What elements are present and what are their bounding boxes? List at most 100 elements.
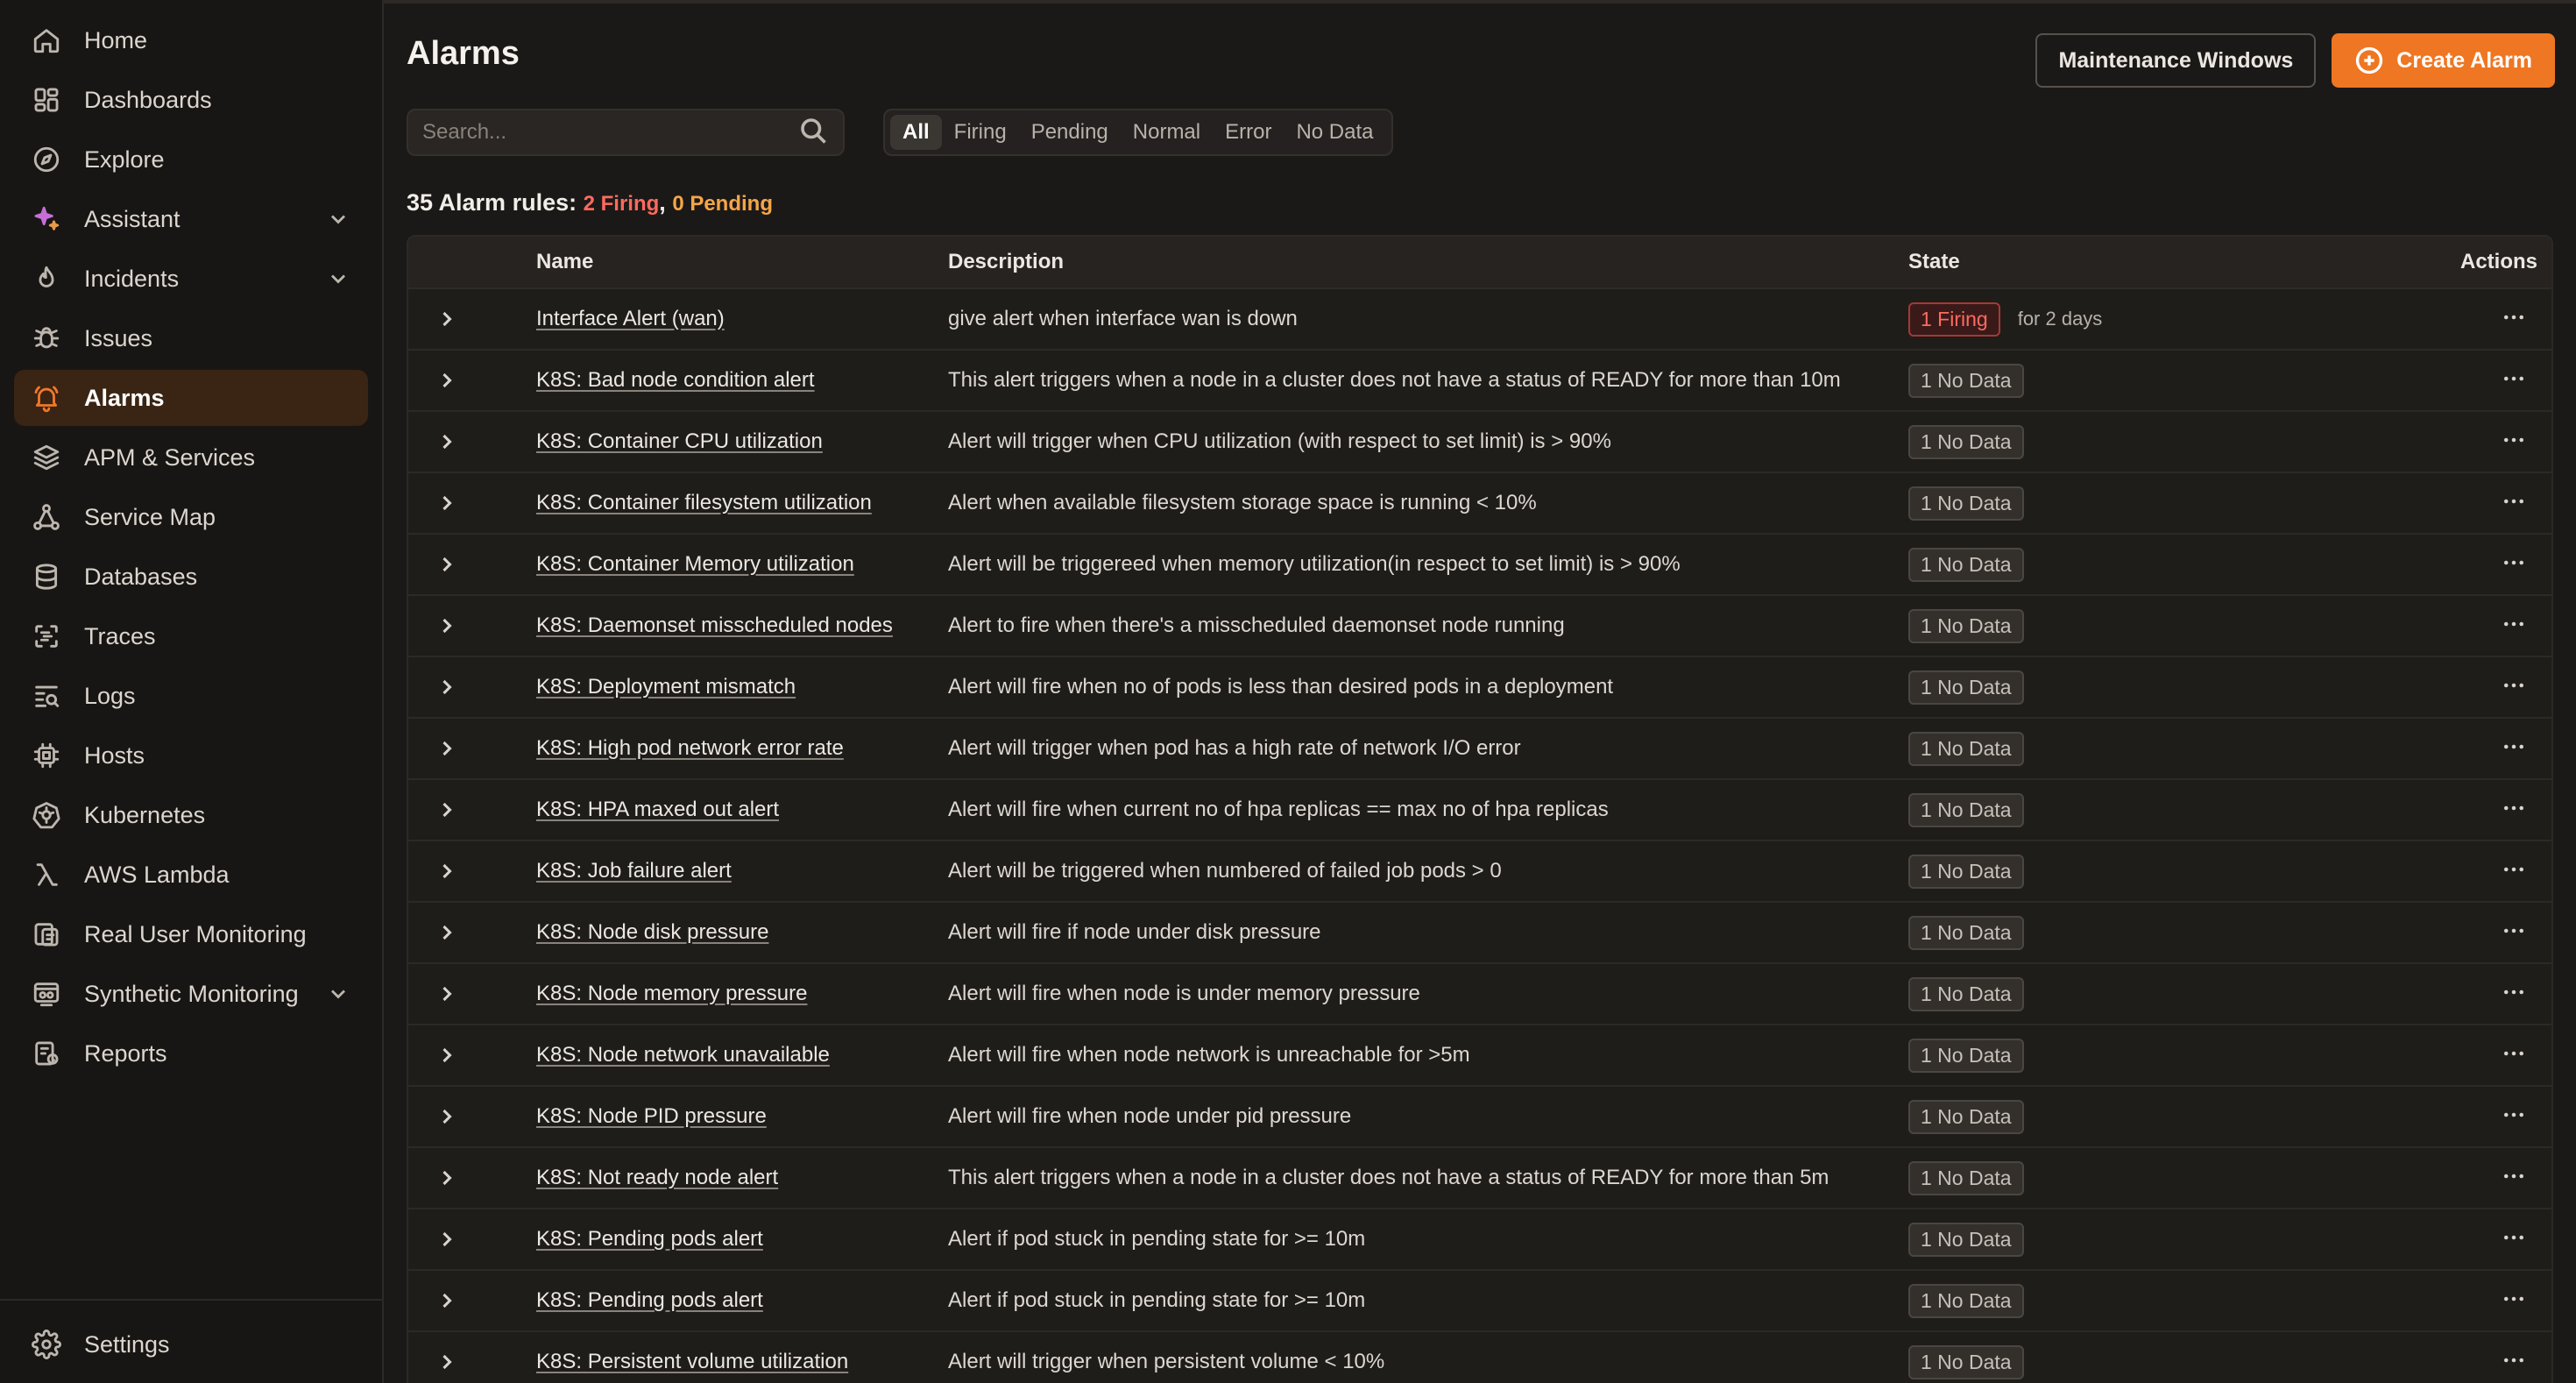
table-row[interactable]: K8S: Not ready node alert This alert trig… bbox=[408, 1148, 2551, 1209]
alarm-name-link[interactable]: K8S: Bad node condition alert bbox=[536, 368, 815, 392]
sidebar-item-home[interactable]: Home bbox=[14, 12, 368, 68]
more-actions-icon[interactable] bbox=[2501, 918, 2527, 948]
expand-row-button[interactable] bbox=[408, 736, 536, 761]
expand-row-button[interactable] bbox=[408, 613, 536, 638]
table-row[interactable]: K8S: Container filesystem utilization Ale… bbox=[408, 473, 2551, 535]
sidebar-item-aws-lambda[interactable]: AWS Lambda bbox=[14, 847, 368, 903]
table-row[interactable]: K8S: Pending pods alert Alert if pod stuc… bbox=[408, 1209, 2551, 1271]
alarm-name-link[interactable]: K8S: Container filesystem utilization bbox=[536, 491, 872, 514]
alarm-name-link[interactable]: K8S: HPA maxed out alert bbox=[536, 798, 779, 821]
more-actions-icon[interactable] bbox=[2501, 365, 2527, 396]
table-row[interactable]: K8S: Job failure alert Alert will be trig… bbox=[408, 841, 2551, 903]
more-actions-icon[interactable] bbox=[2501, 1102, 2527, 1132]
more-actions-icon[interactable] bbox=[2501, 979, 2527, 1010]
expand-row-button[interactable] bbox=[408, 491, 536, 515]
more-actions-icon[interactable] bbox=[2501, 734, 2527, 764]
chevron-down-icon[interactable] bbox=[326, 982, 350, 1006]
expand-row-button[interactable] bbox=[408, 1350, 536, 1374]
sidebar-item-incidents[interactable]: Incidents bbox=[14, 251, 368, 307]
more-actions-icon[interactable] bbox=[2501, 856, 2527, 887]
expand-row-button[interactable] bbox=[408, 675, 536, 699]
alarm-name-link[interactable]: K8S: Pending pods alert bbox=[536, 1288, 763, 1312]
sidebar-item-kubernetes[interactable]: Kubernetes bbox=[14, 787, 368, 843]
more-actions-icon[interactable] bbox=[2501, 1224, 2527, 1255]
filter-tab-normal[interactable]: Normal bbox=[1121, 115, 1213, 150]
alarm-name-link[interactable]: K8S: Persistent volume utilization bbox=[536, 1350, 848, 1373]
table-row[interactable]: K8S: HPA maxed out alert Alert will fire … bbox=[408, 780, 2551, 841]
filter-tab-pending[interactable]: Pending bbox=[1019, 115, 1121, 150]
more-actions-icon[interactable] bbox=[2501, 304, 2527, 335]
more-actions-icon[interactable] bbox=[2501, 488, 2527, 519]
more-actions-icon[interactable] bbox=[2501, 611, 2527, 642]
table-row[interactable]: K8S: Node disk pressure Alert will fire i… bbox=[408, 903, 2551, 964]
search-icon[interactable] bbox=[797, 115, 829, 151]
expand-row-button[interactable] bbox=[408, 552, 536, 577]
alarm-name-link[interactable]: K8S: Deployment mismatch bbox=[536, 675, 796, 699]
table-row[interactable]: K8S: Container CPU utilization Alert will… bbox=[408, 412, 2551, 473]
expand-row-button[interactable] bbox=[408, 798, 536, 822]
sidebar-item-synthetic-monitoring[interactable]: Synthetic Monitoring bbox=[14, 966, 368, 1022]
table-row[interactable]: K8S: Bad node condition alert This alert … bbox=[408, 351, 2551, 412]
table-row[interactable]: K8S: Pending pods alert Alert if pod stuc… bbox=[408, 1271, 2551, 1332]
alarm-name-link[interactable]: K8S: Node memory pressure bbox=[536, 982, 807, 1005]
alarm-name-link[interactable]: K8S: Container CPU utilization bbox=[536, 429, 823, 453]
sidebar-item-assistant[interactable]: Assistant bbox=[14, 191, 368, 247]
sidebar-item-dashboards[interactable]: Dashboards bbox=[14, 72, 368, 128]
alarm-name-link[interactable]: Interface Alert (wan) bbox=[536, 307, 725, 330]
expand-row-button[interactable] bbox=[408, 1227, 536, 1252]
table-row[interactable]: K8S: Persistent volume utilization Alert … bbox=[408, 1332, 2551, 1383]
alarm-name-link[interactable]: K8S: Job failure alert bbox=[536, 859, 732, 883]
filter-tab-all[interactable]: All bbox=[890, 115, 942, 150]
expand-row-button[interactable] bbox=[408, 859, 536, 883]
alarm-name-link[interactable]: K8S: Daemonset misscheduled nodes bbox=[536, 613, 893, 637]
alarm-name-link[interactable]: K8S: High pod network error rate bbox=[536, 736, 844, 760]
sidebar-item-databases[interactable]: Databases bbox=[14, 549, 368, 605]
expand-row-button[interactable] bbox=[408, 982, 536, 1006]
sidebar-item-reports[interactable]: Reports bbox=[14, 1025, 368, 1082]
table-row[interactable]: K8S: Node PID pressure Alert will fire wh… bbox=[408, 1087, 2551, 1148]
sidebar-item-explore[interactable]: Explore bbox=[14, 131, 368, 188]
alarm-name-link[interactable]: K8S: Node network unavailable bbox=[536, 1043, 830, 1067]
sidebar-item-traces[interactable]: Traces bbox=[14, 608, 368, 664]
table-row[interactable]: Interface Alert (wan) give alert when int… bbox=[408, 289, 2551, 351]
more-actions-icon[interactable] bbox=[2501, 427, 2527, 457]
filter-tab-error[interactable]: Error bbox=[1213, 115, 1284, 150]
table-row[interactable]: K8S: Deployment mismatch Alert will fire … bbox=[408, 657, 2551, 719]
more-actions-icon[interactable] bbox=[2501, 1163, 2527, 1194]
expand-row-button[interactable] bbox=[408, 368, 536, 393]
sidebar-item-hosts[interactable]: Hosts bbox=[14, 727, 368, 784]
more-actions-icon[interactable] bbox=[2501, 550, 2527, 580]
sidebar-item-issues[interactable]: Issues bbox=[14, 310, 368, 366]
table-row[interactable]: K8S: Daemonset misscheduled nodes Alert t… bbox=[408, 596, 2551, 657]
sidebar-item-service-map[interactable]: Service Map bbox=[14, 489, 368, 545]
create-alarm-button[interactable]: Create Alarm bbox=[2332, 33, 2555, 88]
alarm-name-link[interactable]: K8S: Not ready node alert bbox=[536, 1166, 778, 1189]
search-input[interactable] bbox=[422, 120, 797, 145]
more-actions-icon[interactable] bbox=[2501, 1286, 2527, 1316]
sidebar-item-settings[interactable]: Settings bbox=[14, 1316, 368, 1372]
sidebar-item-logs[interactable]: Logs bbox=[14, 668, 368, 724]
expand-row-button[interactable] bbox=[408, 1043, 536, 1067]
filter-tab-no-data[interactable]: No Data bbox=[1284, 115, 1385, 150]
expand-row-button[interactable] bbox=[408, 920, 536, 945]
alarm-name-link[interactable]: K8S: Node PID pressure bbox=[536, 1104, 767, 1128]
more-actions-icon[interactable] bbox=[2501, 1347, 2527, 1378]
chevron-down-icon[interactable] bbox=[326, 266, 350, 291]
alarm-name-link[interactable]: K8S: Node disk pressure bbox=[536, 920, 768, 944]
sidebar-item-real-user-monitoring[interactable]: Real User Monitoring bbox=[14, 906, 368, 962]
expand-row-button[interactable] bbox=[408, 307, 536, 331]
sidebar-item-apm-services[interactable]: APM & Services bbox=[14, 429, 368, 486]
sidebar-item-alarms[interactable]: Alarms bbox=[14, 370, 368, 426]
expand-row-button[interactable] bbox=[408, 429, 536, 454]
more-actions-icon[interactable] bbox=[2501, 1040, 2527, 1071]
maintenance-windows-button[interactable]: Maintenance Windows bbox=[2035, 33, 2317, 88]
filter-tab-firing[interactable]: Firing bbox=[942, 115, 1019, 150]
table-row[interactable]: K8S: Node memory pressure Alert will fire… bbox=[408, 964, 2551, 1025]
expand-row-button[interactable] bbox=[408, 1104, 536, 1129]
expand-row-button[interactable] bbox=[408, 1288, 536, 1313]
table-row[interactable]: K8S: High pod network error rate Alert wi… bbox=[408, 719, 2551, 780]
more-actions-icon[interactable] bbox=[2501, 672, 2527, 703]
chevron-down-icon[interactable] bbox=[326, 207, 350, 231]
more-actions-icon[interactable] bbox=[2501, 795, 2527, 826]
table-row[interactable]: K8S: Container Memory utilization Alert w… bbox=[408, 535, 2551, 596]
